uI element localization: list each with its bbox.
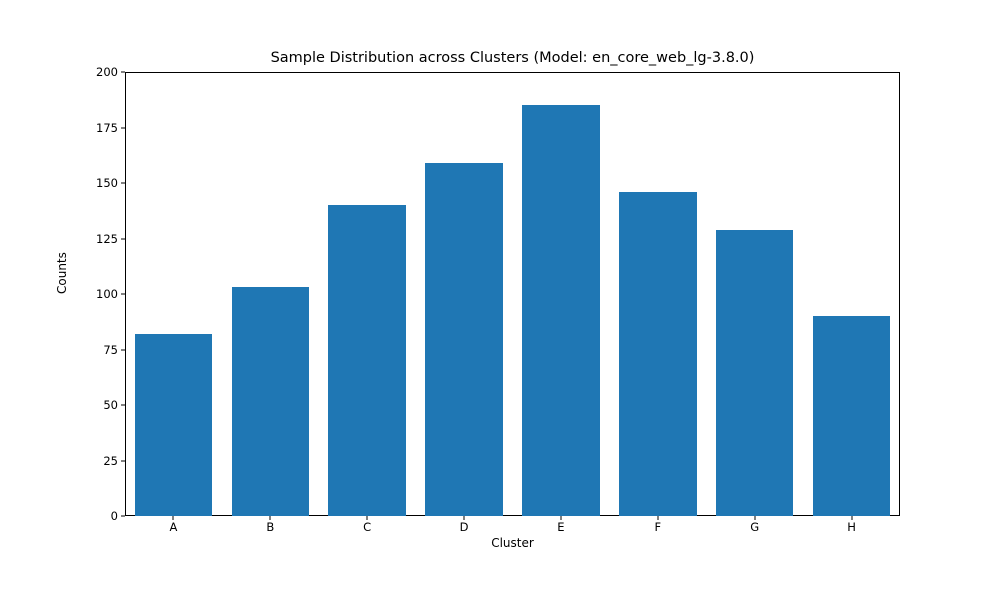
x-tick-mark — [560, 516, 561, 520]
y-tick-label: 25 — [78, 454, 118, 468]
y-tick-mark — [121, 183, 125, 184]
bar — [619, 192, 697, 516]
bar — [328, 205, 406, 516]
x-tick-mark — [464, 516, 465, 520]
x-tick-label: E — [557, 520, 564, 534]
x-tick-mark — [657, 516, 658, 520]
y-tick-label: 175 — [78, 121, 118, 135]
y-tick-mark — [121, 349, 125, 350]
y-tick-mark — [121, 238, 125, 239]
y-tick-label: 50 — [78, 398, 118, 412]
y-tick-mark — [121, 405, 125, 406]
x-tick-label: C — [363, 520, 371, 534]
x-tick-mark — [851, 516, 852, 520]
bar — [425, 163, 503, 516]
x-tick-mark — [173, 516, 174, 520]
x-tick-mark — [754, 516, 755, 520]
y-tick-label: 75 — [78, 343, 118, 357]
chart-title: Sample Distribution across Clusters (Mod… — [125, 50, 900, 66]
y-tick-label: 100 — [78, 287, 118, 301]
x-tick-label: F — [655, 520, 662, 534]
y-tick-mark — [121, 460, 125, 461]
bar — [813, 316, 891, 516]
bar — [135, 334, 213, 516]
x-tick-label: G — [750, 520, 759, 534]
y-tick-mark — [121, 516, 125, 517]
y-tick-mark — [121, 127, 125, 128]
bar — [232, 287, 310, 516]
bar — [716, 230, 794, 516]
x-tick-label: D — [460, 520, 469, 534]
y-tick-mark — [121, 72, 125, 73]
chart-container — [125, 72, 900, 516]
y-tick-label: 150 — [78, 176, 118, 190]
x-tick-label: B — [266, 520, 274, 534]
y-tick-mark — [121, 294, 125, 295]
x-tick-mark — [270, 516, 271, 520]
y-tick-label: 125 — [78, 232, 118, 246]
x-tick-label: H — [847, 520, 856, 534]
x-tick-mark — [367, 516, 368, 520]
y-tick-label: 0 — [78, 509, 118, 523]
y-axis-label: Counts — [55, 252, 69, 294]
y-tick-label: 200 — [78, 65, 118, 79]
bar — [522, 105, 600, 516]
x-axis-label: Cluster — [125, 536, 900, 550]
x-tick-label: A — [170, 520, 178, 534]
